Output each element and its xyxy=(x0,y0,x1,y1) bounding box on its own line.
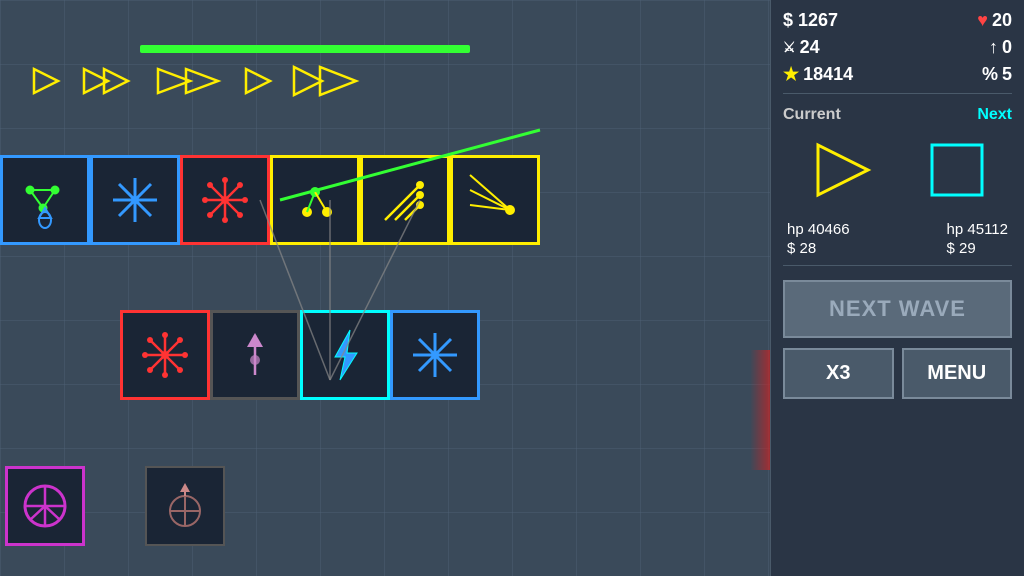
next-hp: hp 45112 xyxy=(947,221,1008,238)
percent-stat: % 5 xyxy=(982,64,1012,85)
bottom-buttons: X3 MENU xyxy=(783,348,1012,399)
percent-value: 5 xyxy=(1002,64,1012,85)
next-enemy-stats: hp 45112 $ 29 xyxy=(947,221,1008,257)
hearts-value: 20 xyxy=(992,10,1012,31)
progress-bar xyxy=(140,45,470,53)
current-next-header: Current Next xyxy=(783,106,1012,124)
stats-star-percent: ★ 18414 % 5 xyxy=(783,64,1012,85)
x3-button[interactable]: X3 xyxy=(783,348,894,399)
next-label: Next xyxy=(977,106,1012,124)
tower-node[interactable] xyxy=(270,155,360,245)
current-enemy-stats: hp 40466 $ 28 xyxy=(787,221,850,257)
sword-value: 24 xyxy=(800,37,820,58)
current-money: $ 28 xyxy=(787,240,850,257)
tower-burst-1[interactable] xyxy=(180,155,270,245)
divider-1 xyxy=(783,93,1012,94)
tower-row-2 xyxy=(120,310,480,400)
sword-stat: ⚔ 24 xyxy=(783,37,820,58)
menu-button[interactable]: MENU xyxy=(902,348,1013,399)
arrow-stat: ↑ 0 xyxy=(989,37,1012,58)
current-label: Current xyxy=(783,106,841,124)
enemy-5 xyxy=(292,65,362,97)
heart-icon: ♥ xyxy=(977,10,988,31)
enemies-row xyxy=(30,65,362,97)
money-stat: $ 1267 xyxy=(783,10,838,31)
enemy-stats: hp 40466 $ 28 hp 45112 $ 29 xyxy=(783,221,1012,257)
tower-beam[interactable] xyxy=(450,155,540,245)
tower-row-1 xyxy=(0,155,540,245)
current-enemy xyxy=(808,140,878,205)
enemy-4 xyxy=(242,65,274,97)
enemy-display xyxy=(783,130,1012,215)
divider-2 xyxy=(783,265,1012,266)
tower-ice-2[interactable] xyxy=(390,310,480,400)
hearts-stat: ♥ 20 xyxy=(977,10,1012,31)
next-enemy xyxy=(927,140,987,205)
right-panel: $ 1267 ♥ 20 ⚔ 24 ↑ 0 ★ 18414 % 5 Current… xyxy=(770,0,1024,576)
next-wave-button[interactable]: NEXT WAVE xyxy=(783,280,1012,338)
money-value: $ 1267 xyxy=(783,10,838,31)
red-glow xyxy=(750,350,770,470)
tower-lightning[interactable] xyxy=(300,310,390,400)
enemy-2 xyxy=(80,65,136,97)
enemy-1 xyxy=(30,65,62,97)
star-icon: ★ xyxy=(783,64,799,85)
tower-crosshair[interactable] xyxy=(145,466,225,546)
stats-sword-arrow: ⚔ 24 ↑ 0 xyxy=(783,37,1012,58)
star-stat: ★ 18414 xyxy=(783,64,853,85)
enemy-3 xyxy=(154,65,224,97)
sword-icon: ⚔ xyxy=(783,39,796,56)
current-hp: hp 40466 xyxy=(787,221,850,238)
tower-arrow[interactable] xyxy=(360,155,450,245)
next-money: $ 29 xyxy=(947,240,1008,257)
arrow-value: 0 xyxy=(1002,37,1012,58)
tower-ice[interactable] xyxy=(90,155,180,245)
tower-purple[interactable] xyxy=(5,466,85,546)
arrow-icon: ↑ xyxy=(989,37,998,58)
tower-burst-2[interactable] xyxy=(120,310,210,400)
tower-empty xyxy=(210,310,300,400)
stats-money-hearts: $ 1267 ♥ 20 xyxy=(783,10,1012,31)
star-value: 18414 xyxy=(803,64,853,85)
tower-water[interactable] xyxy=(0,155,90,245)
game-area xyxy=(0,0,770,576)
percent-icon: % xyxy=(982,64,998,85)
